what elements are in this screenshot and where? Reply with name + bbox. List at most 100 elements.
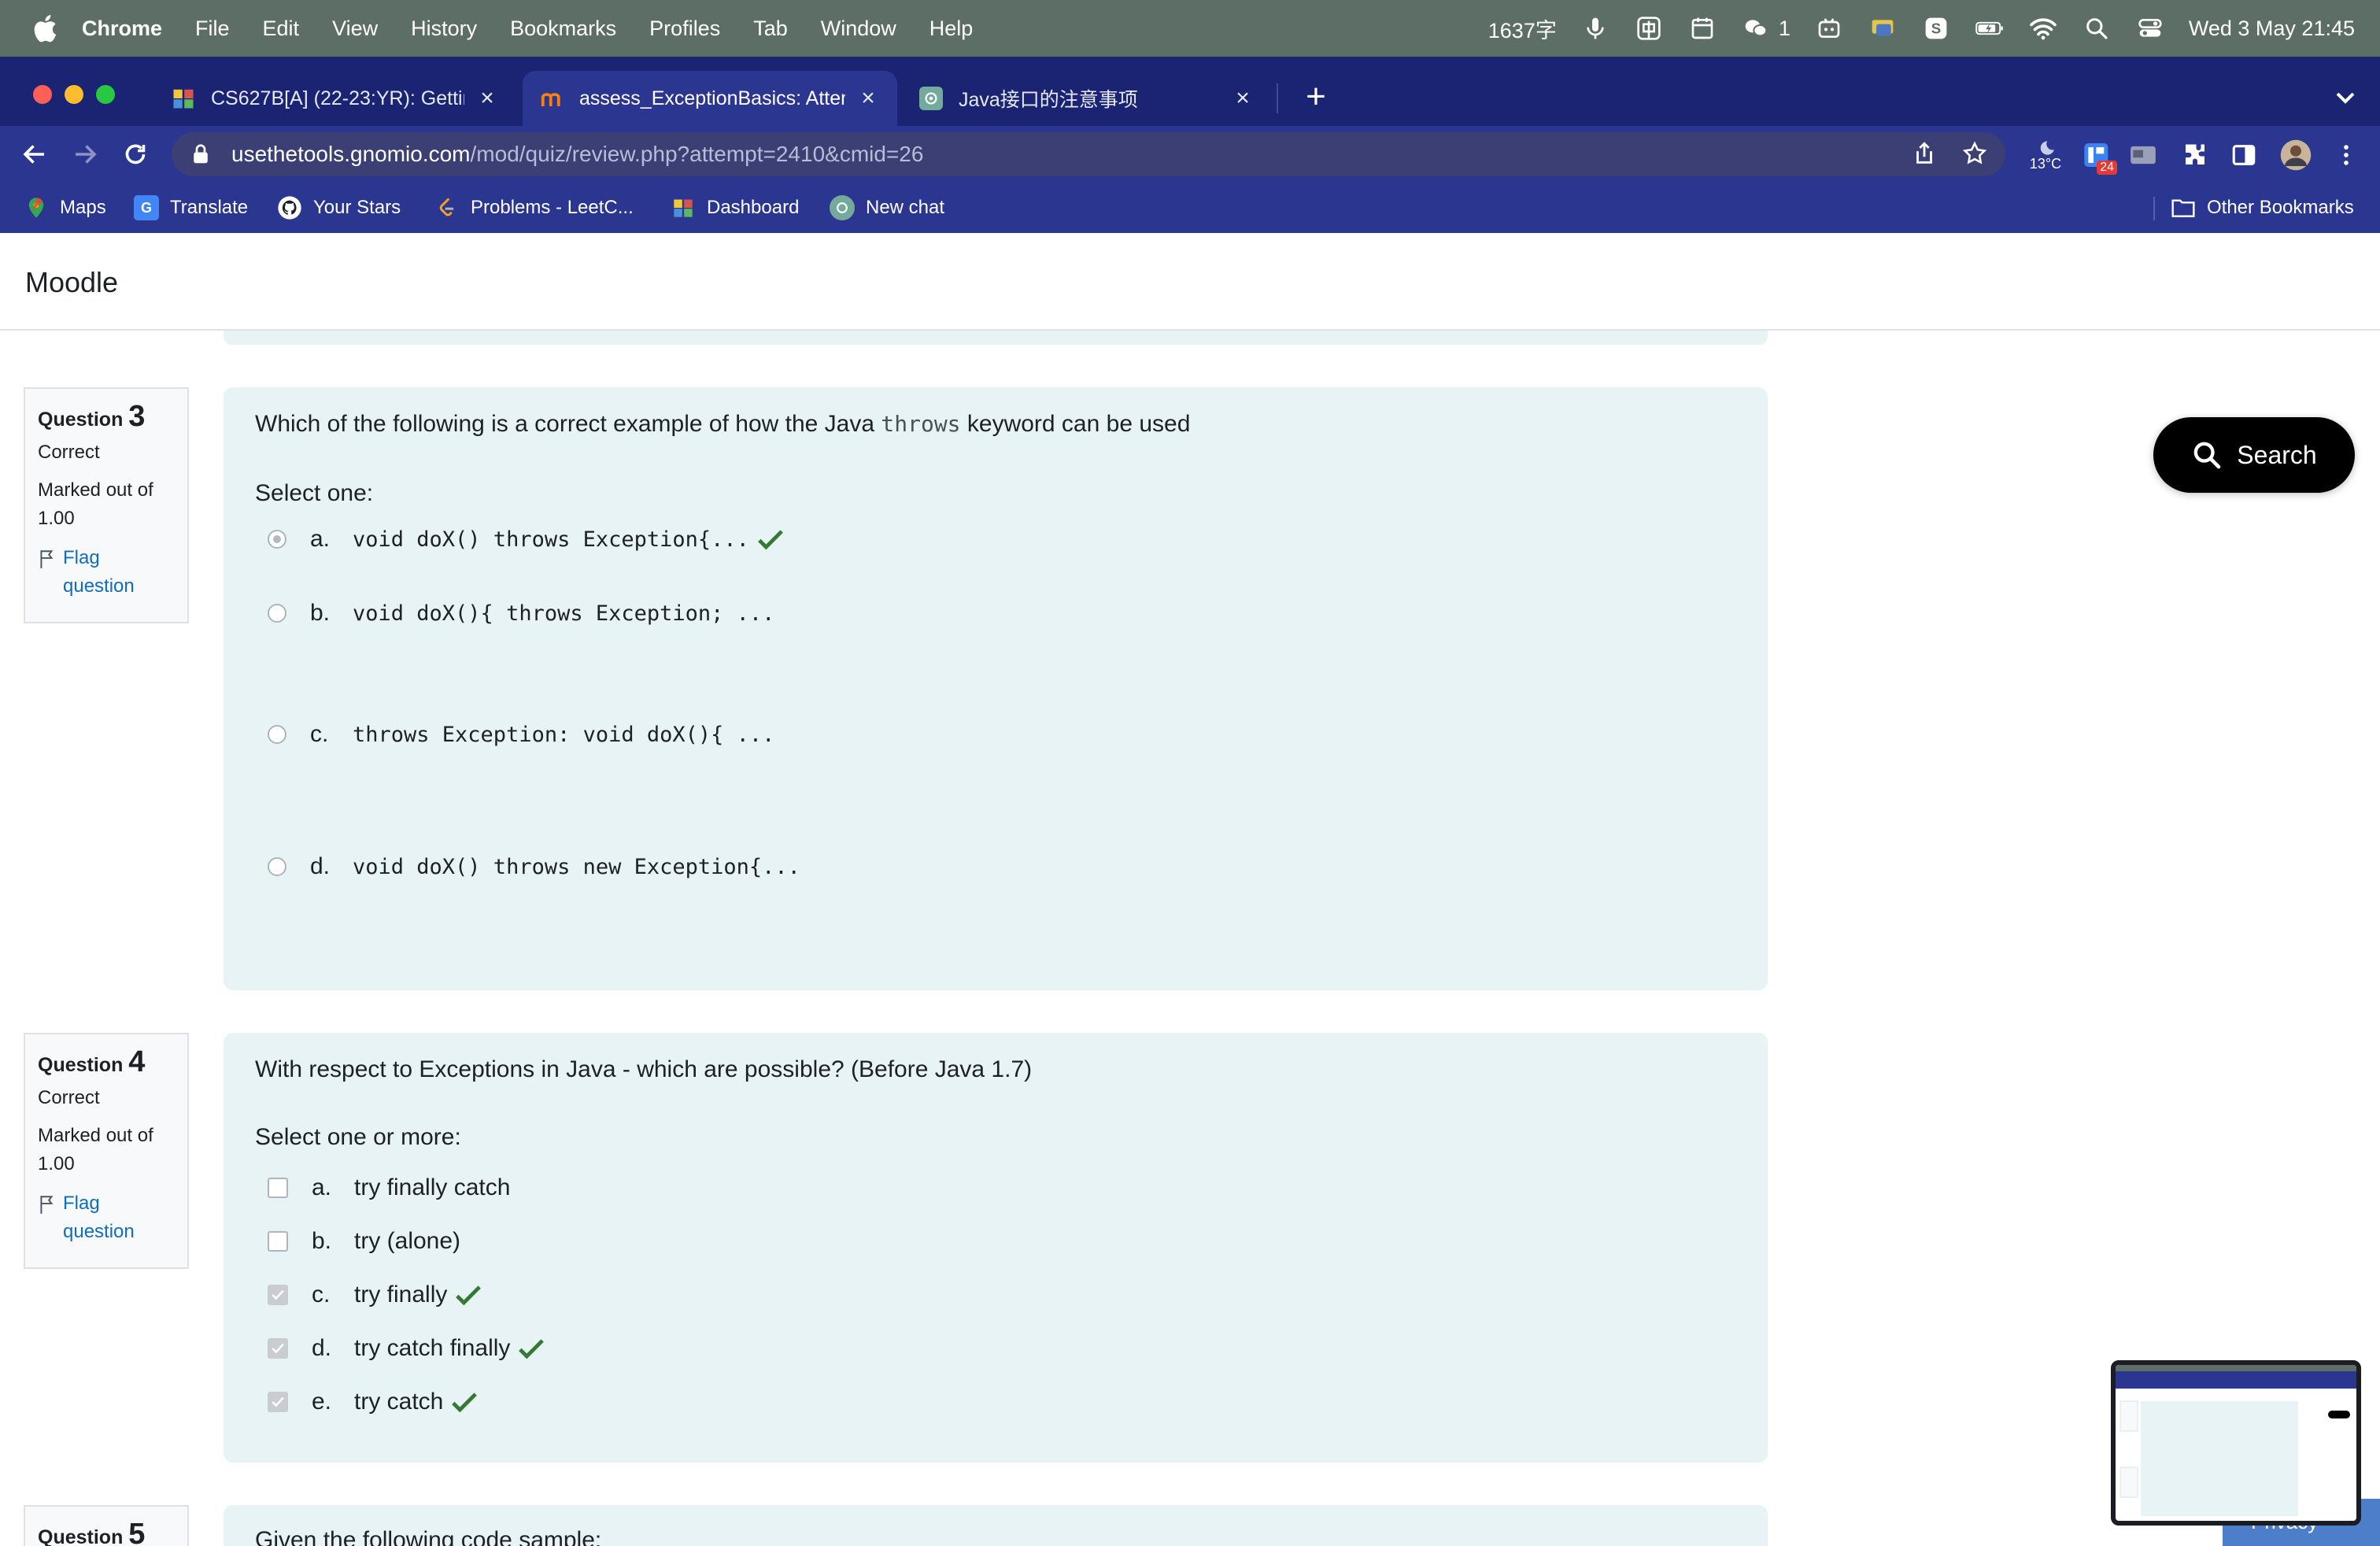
svg-text:S: S <box>1931 20 1941 37</box>
window-close-button[interactable] <box>33 85 52 104</box>
tab-close-icon[interactable]: × <box>475 85 499 111</box>
correct-check-icon <box>456 1285 482 1306</box>
question-number: Question 3 <box>38 400 146 433</box>
back-arrow-icon[interactable] <box>17 137 52 172</box>
lock-icon[interactable] <box>189 142 213 166</box>
bookmark-label: New chat <box>866 197 945 218</box>
question-state: Correct <box>38 1087 100 1108</box>
wifi-icon[interactable] <box>2028 15 2058 42</box>
tab-title: Java接口的注意事项 <box>959 89 1138 111</box>
tab-search-chevron-icon[interactable] <box>2330 82 2361 113</box>
reload-icon[interactable] <box>118 137 153 172</box>
answer-checkbox[interactable] <box>268 1338 288 1359</box>
answer-checkbox[interactable] <box>268 1178 288 1198</box>
correct-check-icon <box>452 1393 478 1413</box>
answer-checkbox[interactable] <box>268 1392 288 1412</box>
tab-close-icon[interactable]: × <box>1231 85 1255 111</box>
flag-question-link[interactable]: Flag question <box>38 1189 175 1246</box>
menu-bar-clock[interactable]: Wed 3 May 21:45 <box>2189 17 2355 41</box>
extension-badge: 24 <box>2097 161 2117 175</box>
answer-text: void doX(){ throws Exception; ... <box>353 601 775 626</box>
moodle-brand[interactable]: Moodle <box>25 266 118 299</box>
microphone-icon[interactable] <box>1580 15 1610 42</box>
tab-java-interface[interactable]: Java接口的注意事项 × <box>902 71 1272 126</box>
question-4-card: With respect to Exceptions in Java - whi… <box>224 1033 1768 1463</box>
moodle-navbar: Moodle <box>0 233 2380 331</box>
battery-icon[interactable] <box>1975 15 2005 42</box>
url-host: usethetools.gnomio.com <box>231 142 471 166</box>
side-panel-icon[interactable] <box>2226 137 2262 173</box>
menu-window[interactable]: Window <box>821 17 896 41</box>
window-zoom-button[interactable] <box>96 85 115 104</box>
thumbnail-image <box>2116 1365 2356 1516</box>
maps-icon <box>24 195 49 220</box>
menu-help[interactable]: Help <box>929 17 974 41</box>
menu-view[interactable]: View <box>332 17 378 41</box>
robot-app-icon[interactable] <box>1814 15 1844 42</box>
wechat-status[interactable]: 1 <box>1741 15 1791 42</box>
calendar-icon[interactable] <box>1687 15 1717 42</box>
answer-text: throws Exception: void doX(){ ... <box>353 722 775 747</box>
answer-letter: b. <box>312 1228 332 1254</box>
answer-radio[interactable] <box>268 725 286 744</box>
other-bookmarks-folder[interactable]: Other Bookmarks <box>2171 194 2354 222</box>
correct-check-icon <box>519 1339 545 1359</box>
weather-extension[interactable]: 13°C <box>2027 137 2064 173</box>
bookmark-maps[interactable]: Maps <box>24 194 106 222</box>
bookmark-new-chat[interactable]: New chat <box>830 194 944 222</box>
answer-radio[interactable] <box>268 857 286 876</box>
bookmark-leetcode[interactable]: Problems - LeetC... <box>434 194 634 222</box>
menu-profiles[interactable]: Profiles <box>649 17 720 41</box>
question-state: Correct <box>38 442 100 463</box>
question-text: With respect to Exceptions in Java - whi… <box>255 1056 1033 1082</box>
menu-file[interactable]: File <box>195 17 230 41</box>
bookmark-label: Problems - LeetC... <box>471 197 634 218</box>
apple-icon[interactable] <box>30 13 58 44</box>
menu-tab[interactable]: Tab <box>753 17 788 41</box>
leetcode-icon <box>434 195 460 220</box>
forward-arrow-icon[interactable] <box>68 137 102 172</box>
screen-mirroring-icon[interactable] <box>1868 15 1898 42</box>
new-tab-plus-icon[interactable]: + <box>1297 77 1335 117</box>
bookmark-translate[interactable]: G Translate <box>134 194 248 222</box>
answer-prompt: Select one or more: <box>255 1124 461 1150</box>
tab-close-icon[interactable]: × <box>856 85 880 111</box>
menu-bookmarks[interactable]: Bookmarks <box>510 17 616 41</box>
word-count-indicator[interactable]: 1637字 <box>1488 13 1557 44</box>
input-method-icon[interactable] <box>1634 15 1664 42</box>
tab-separator <box>1277 83 1278 113</box>
question-4-info: Question 4 Correct Marked out of 1.00 Fl… <box>24 1033 189 1269</box>
share-icon[interactable] <box>1911 140 1938 171</box>
bookmark-dashboard[interactable]: Dashboard <box>671 194 799 222</box>
extensions-puzzle-icon[interactable] <box>2177 137 2213 173</box>
s-app-icon[interactable]: S <box>1921 15 1951 42</box>
calendar-extension-icon[interactable]: 24 <box>2079 137 2117 175</box>
answer-checkbox[interactable] <box>268 1285 288 1305</box>
github-icon <box>277 195 302 220</box>
window-minimize-button[interactable] <box>65 85 83 104</box>
address-bar[interactable]: usethetools.gnomio.com/mod/quiz/review.p… <box>172 132 2005 176</box>
answer-checkbox[interactable] <box>268 1231 288 1252</box>
tab-assess-exception-basics[interactable]: assess_ExceptionBasics: Attem × <box>523 71 897 126</box>
bookmark-your-stars[interactable]: Your Stars <box>277 194 401 222</box>
menu-app-name[interactable]: Chrome <box>82 17 162 41</box>
menu-edit[interactable]: Edit <box>263 17 300 41</box>
chrome-menu-kebab-icon[interactable] <box>2328 137 2364 173</box>
tab-cs627b[interactable]: CS627B[A] (22-23:YR): Getting × <box>154 71 516 126</box>
bookmark-star-icon[interactable] <box>1961 140 1988 171</box>
answer-radio[interactable] <box>268 604 286 623</box>
answer-text: try finally catch <box>354 1174 511 1200</box>
answer-option-a: a. void doX() throws Exception{... <box>268 526 784 553</box>
search-button[interactable]: Search <box>2153 417 2355 493</box>
answer-text: try finally <box>354 1282 448 1307</box>
answer-option-b: b. void doX(){ throws Exception; ... <box>268 600 774 627</box>
menu-history[interactable]: History <box>411 17 477 41</box>
flag-question-link[interactable]: Flag question <box>38 544 175 601</box>
moon-icon <box>2040 141 2054 155</box>
profile-avatar[interactable] <box>2278 137 2314 173</box>
answer-radio[interactable] <box>268 530 286 549</box>
spotlight-search-icon[interactable] <box>2082 15 2112 42</box>
control-center-icon[interactable] <box>2135 15 2165 42</box>
card-extension-icon[interactable] <box>2125 137 2161 173</box>
screenshot-thumbnail-preview[interactable] <box>2111 1360 2361 1526</box>
